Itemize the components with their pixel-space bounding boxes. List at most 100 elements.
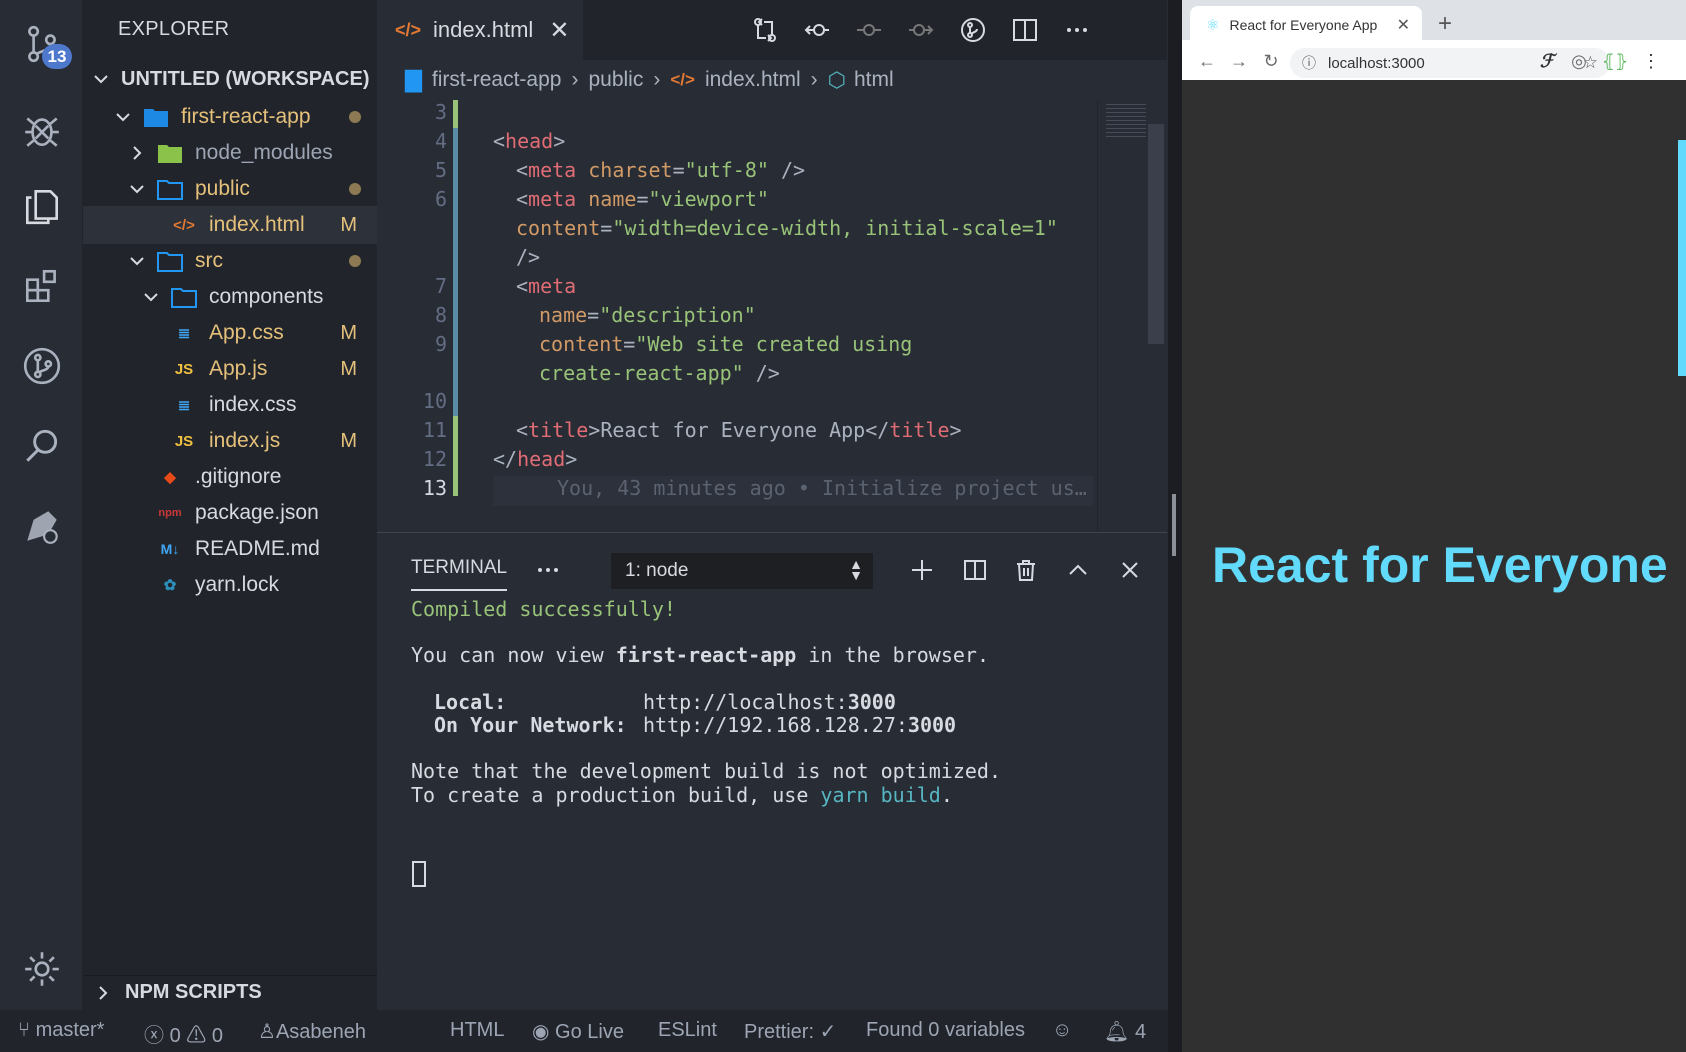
- tree-file-readme[interactable]: M↓ README.md: [83, 530, 377, 568]
- sidebar-title: EXPLORER: [118, 18, 230, 40]
- notifications-status[interactable]: 🔔︎ 4: [1104, 1019, 1146, 1044]
- tree-item-label: package.json: [195, 501, 319, 524]
- commit-icon[interactable]: [853, 14, 885, 46]
- extension-json-icon[interactable]: ⦃⦄: [1602, 48, 1628, 74]
- tree-file-gitignore[interactable]: ◆ .gitignore: [83, 458, 377, 496]
- bell-icon: 🔔︎: [1104, 1021, 1130, 1043]
- explorer-icon[interactable]: [18, 182, 66, 230]
- debug-icon[interactable]: [18, 106, 66, 154]
- browser-tab[interactable]: ⚛ React for Everyone App ✕: [1190, 6, 1422, 44]
- workspace-label: UNTITLED (WORKSPACE): [121, 67, 370, 90]
- address-bar[interactable]: ⓘ localhost:3000 ☆: [1290, 48, 1610, 78]
- close-icon[interactable]: ✕: [549, 16, 569, 45]
- folder-icon: ▇: [405, 67, 422, 92]
- eslint-status[interactable]: ESLint: [658, 1019, 717, 1042]
- line-number: 12: [422, 447, 447, 471]
- extensions-icon[interactable]: [18, 262, 66, 310]
- tab-index-html[interactable]: </> index.html ✕: [377, 0, 583, 60]
- split-editor-icon[interactable]: [1009, 14, 1041, 46]
- chevron-right-icon: ›: [571, 68, 579, 91]
- tree-folder-node-modules[interactable]: node_modules: [83, 134, 377, 172]
- more-icon[interactable]: [533, 555, 563, 585]
- git-graph-icon[interactable]: [18, 342, 66, 390]
- tree-file-index-css[interactable]: ≣ index.css: [83, 386, 377, 424]
- go-forward-change-icon[interactable]: [905, 14, 937, 46]
- chevron-right-icon: ›: [653, 68, 661, 91]
- code-editor[interactable]: 3 4 5 6 7 8 9 10 11 12 13 <head> <meta c…: [377, 100, 1097, 532]
- tree-file-index-js[interactable]: JS index.js M: [83, 422, 377, 460]
- code-line: <head>: [493, 129, 566, 153]
- tree-folder-public[interactable]: public: [83, 170, 377, 208]
- line-number: 11: [422, 418, 447, 442]
- tree-file-index-html[interactable]: </> index.html M: [83, 206, 377, 244]
- code-line: />: [516, 245, 541, 269]
- page-scrollbar[interactable]: [1678, 140, 1686, 376]
- terminal-line: Note that the development build is not o…: [411, 759, 1002, 783]
- line-number: 5: [434, 158, 447, 182]
- more-actions-icon[interactable]: [1061, 14, 1093, 46]
- git-lens-icon[interactable]: [957, 14, 989, 46]
- maximize-panel-icon[interactable]: [1063, 555, 1093, 585]
- search-icon[interactable]: [18, 422, 66, 470]
- npm-scripts-section[interactable]: NPM SCRIPTS: [83, 975, 377, 1009]
- folder-open-icon: [143, 105, 169, 129]
- workspace-header[interactable]: UNTITLED (WORKSPACE): [83, 62, 377, 96]
- line-number: 6: [434, 187, 447, 211]
- css-file-icon: ≣: [177, 325, 191, 342]
- source-control-badge: 13: [42, 44, 72, 69]
- prettier-status[interactable]: Prettier: ✓: [744, 1019, 836, 1044]
- react-favicon-icon: ⚛: [1206, 17, 1220, 34]
- tree-file-package-json[interactable]: npm package.json: [83, 494, 377, 532]
- tree-item-label: .gitignore: [195, 465, 282, 488]
- go-back-change-icon[interactable]: [801, 14, 833, 46]
- reload-icon[interactable]: ↻: [1258, 48, 1284, 74]
- browser-menu-icon[interactable]: ⋮: [1638, 48, 1664, 74]
- line-number: 4: [434, 129, 447, 153]
- branch-status[interactable]: ⑂ master*: [18, 1019, 104, 1042]
- tree-file-app-css[interactable]: ≣ App.css M: [83, 314, 377, 352]
- variables-status[interactable]: Found 0 variables: [866, 1019, 1025, 1042]
- user-status[interactable]: ♙Asabeneh: [258, 1019, 366, 1044]
- extension-circle-icon[interactable]: ◎: [1566, 48, 1592, 74]
- git-status-marker: M: [340, 321, 357, 344]
- split-terminal-icon[interactable]: [960, 555, 990, 585]
- close-panel-icon[interactable]: [1115, 555, 1145, 585]
- explorer-sidebar: EXPLORER UNTITLED (WORKSPACE) first-reac…: [83, 0, 377, 1010]
- resize-handle[interactable]: [1172, 494, 1176, 556]
- breadcrumb-item[interactable]: index.html: [705, 68, 801, 92]
- tree-file-yarn-lock[interactable]: ✿ yarn.lock: [83, 566, 377, 604]
- code-line: create-react-app" />: [539, 361, 780, 385]
- git-blame-annotation: You, 43 minutes ago • Initialize project…: [557, 476, 1087, 500]
- terminal-tab[interactable]: TERMINAL: [411, 557, 508, 591]
- problems-status[interactable]: ⓧ 0 ⚠ 0: [144, 1019, 223, 1048]
- compare-changes-icon[interactable]: [749, 14, 781, 46]
- language-mode[interactable]: HTML: [450, 1019, 504, 1042]
- breadcrumb-item[interactable]: public: [588, 68, 643, 92]
- git-branch-icon: ⑂: [18, 1019, 30, 1041]
- close-tab-icon[interactable]: ✕: [1397, 15, 1410, 35]
- tree-file-app-js[interactable]: JS App.js M: [83, 350, 377, 388]
- select-arrows-icon: ▲ ▼: [849, 556, 863, 583]
- minimap-scrollbar[interactable]: [1148, 124, 1164, 344]
- trash-icon[interactable]: [1011, 555, 1041, 585]
- new-tab-icon[interactable]: +: [1438, 10, 1452, 38]
- settings-gear-icon[interactable]: [18, 945, 66, 993]
- terminal-select[interactable]: 1: node ▲ ▼: [611, 553, 873, 589]
- new-terminal-icon[interactable]: [907, 555, 937, 585]
- line-number: 3: [434, 100, 447, 124]
- tree-item-label: README.md: [195, 537, 320, 560]
- tree-folder-components[interactable]: components: [83, 278, 377, 316]
- remote-explorer-icon[interactable]: [18, 502, 66, 550]
- feedback-smiley-icon[interactable]: ☺: [1052, 1019, 1072, 1042]
- minimap[interactable]: [1097, 100, 1167, 532]
- js-file-icon: JS: [174, 360, 194, 378]
- forward-icon[interactable]: →: [1226, 48, 1252, 74]
- back-icon[interactable]: ←: [1194, 48, 1220, 74]
- git-gutter-added: [453, 100, 458, 128]
- tree-folder-first-react-app[interactable]: first-react-app: [83, 98, 377, 136]
- go-live-button[interactable]: ◉ Go Live: [532, 1019, 624, 1044]
- breadcrumb-item[interactable]: first-react-app: [432, 68, 562, 92]
- extension-formula-icon[interactable]: ℱ: [1534, 48, 1560, 74]
- tree-folder-src[interactable]: src: [83, 242, 377, 280]
- breadcrumb-item[interactable]: html: [854, 68, 894, 92]
